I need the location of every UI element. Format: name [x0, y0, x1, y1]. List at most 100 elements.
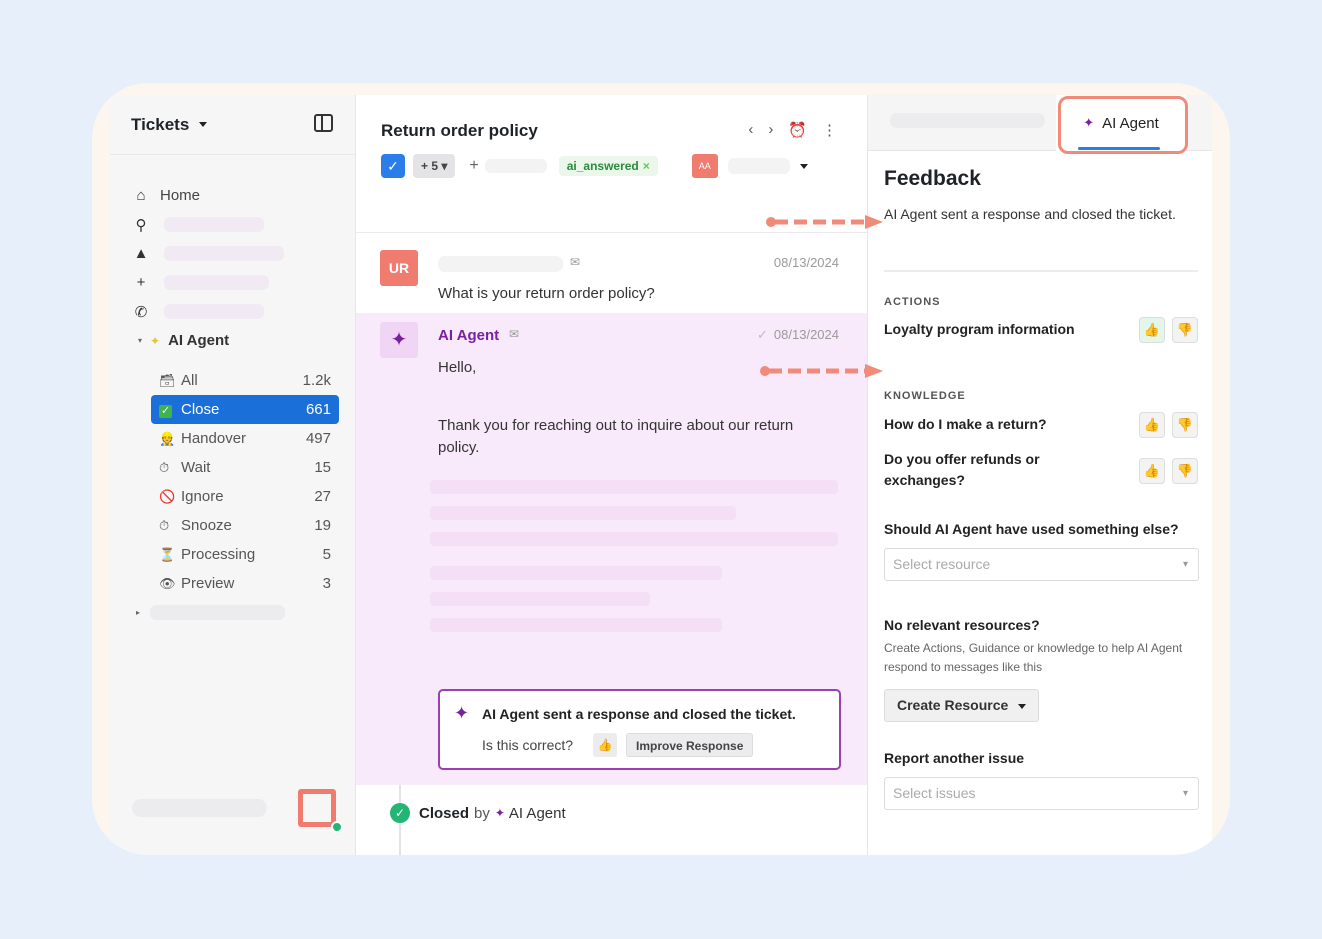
annotation-arrow — [760, 364, 883, 378]
thumbs-up-icon[interactable]: 👍 — [593, 733, 617, 757]
stopwatch-icon: ⏱ — [159, 517, 170, 533]
count-badge: 1.2k — [302, 372, 331, 389]
sidebar-item-processing[interactable]: ⏳ Processing 5 — [151, 540, 339, 569]
avatar[interactable] — [298, 789, 336, 827]
placeholder-skeleton — [150, 605, 285, 620]
agent-name: AI Agent — [508, 804, 566, 822]
bell-icon: ▲ — [133, 245, 149, 262]
placeholder-skeleton — [430, 566, 722, 580]
sidebar-item-phone[interactable]: ✆ — [132, 297, 284, 326]
sidebar-group-collapsed[interactable]: ▸ — [136, 598, 339, 627]
check-icon: ✓ — [757, 327, 768, 342]
more-vertical-icon[interactable]: ⋮ — [822, 121, 837, 139]
message-date: ✓ 08/13/2024 — [757, 327, 839, 342]
count-badge: 3 — [322, 575, 331, 592]
placeholder-skeleton — [430, 618, 722, 632]
thumbs-down-icon[interactable]: 👎 — [1172, 317, 1198, 343]
placeholder-skeleton — [890, 113, 1045, 128]
divider — [884, 270, 1198, 272]
avatar: UR — [380, 250, 418, 286]
message-author: AI Agent — [438, 327, 500, 344]
app-window: Tickets ⌂ Home ⚲ ▲ + ✆ ▾ ✦ AI Agent 🗃 Al… — [110, 95, 1212, 855]
online-status-icon — [331, 821, 343, 833]
sidebar-item-wait[interactable]: ⏱ Wait 15 — [151, 453, 339, 482]
sidebar-item-label: Snooze — [181, 517, 232, 534]
placeholder-skeleton — [727, 158, 790, 174]
sidebar-item-all[interactable]: 🗃 All 1.2k — [151, 366, 339, 395]
feedback-description: AI Agent sent a response and closed the … — [884, 206, 1176, 222]
sidebar-group-ai-agent[interactable]: ▾ ✦ AI Agent — [138, 326, 284, 355]
sidebar-item-home[interactable]: ⌂ Home — [132, 181, 284, 210]
chevron-left-icon[interactable]: ‹ — [748, 121, 753, 139]
select-checkbox[interactable]: ✓ — [381, 154, 405, 178]
chevron-down-icon[interactable] — [199, 122, 208, 127]
improve-response-button[interactable]: Improve Response — [626, 733, 754, 757]
close-icon[interactable]: × — [643, 159, 650, 173]
sparkle-icon: ✦ — [494, 806, 505, 820]
hourglass-icon: ⏳ — [159, 546, 176, 562]
assignee-avatar[interactable]: AA — [691, 154, 718, 178]
tag-ai-answered[interactable]: ai_answered × — [558, 156, 658, 176]
select-resource-dropdown[interactable]: Select resource — [884, 548, 1199, 581]
sidebar-item-ignore[interactable]: 🚫 Ignore 27 — [151, 482, 339, 511]
chevron-right-icon[interactable]: › — [768, 121, 773, 139]
sidebar-item-close[interactable]: ✓ Close 661 — [151, 395, 339, 424]
question-report-issue: Report another issue — [884, 750, 1025, 766]
create-resource-button[interactable]: Create Resource — [884, 689, 1040, 722]
alarm-clock-icon[interactable]: ⏰ — [788, 121, 807, 139]
group-label: AI Agent — [168, 332, 230, 349]
sidebar-item-snooze[interactable]: ⏱ Snooze 19 — [151, 511, 339, 540]
sidebar-item-label: All — [181, 372, 198, 389]
sidebar-nav: ⌂ Home ⚲ ▲ + ✆ ▾ ✦ AI Agent — [132, 181, 284, 355]
sparkle-icon: ✦ — [150, 333, 161, 348]
ticket-toolbar: ‹ › ⏰ ⋮ — [748, 121, 837, 139]
check-circle-icon: ✓ — [390, 803, 410, 823]
sidebar-item-notifications[interactable]: ▲ — [132, 239, 284, 268]
sidebar-item-search[interactable]: ⚲ — [132, 210, 284, 239]
chevron-right-icon: ▸ — [136, 608, 141, 617]
count-badge: 661 — [305, 401, 331, 418]
message-body: Thank you for reaching out to inquire ab… — [438, 417, 794, 456]
question-used-else: Should AI Agent have used something else… — [884, 521, 1179, 537]
sidebar-title[interactable]: Tickets — [131, 115, 189, 135]
feedback-panel: ✦ AI Agent Feedback AI Agent sent a resp… — [868, 95, 1212, 855]
action-item: Loyalty program information — [884, 321, 1075, 337]
question-no-resources: No relevant resources? — [884, 617, 1040, 633]
sidebar-item-handover[interactable]: 👷 Handover 497 — [151, 424, 339, 453]
count-badge: 19 — [314, 517, 331, 534]
sidebar-item-preview[interactable]: 👁 Preview 3 — [151, 569, 339, 598]
ticket-header: Return order policy ‹ › ⏰ ⋮ ✓ + 5 ▾ + ai… — [356, 95, 867, 233]
count-badge: 5 — [322, 546, 331, 563]
sidebar-item-label: Processing — [181, 546, 256, 563]
more-tags-button[interactable]: + 5 ▾ — [413, 154, 456, 178]
select-issues-dropdown[interactable]: Select issues — [884, 777, 1199, 810]
placeholder-skeleton — [430, 592, 650, 606]
sidebar-item-label: Home — [160, 187, 201, 204]
thumbs-down-icon[interactable]: 👎 — [1172, 458, 1198, 484]
annotation-arrow — [766, 215, 883, 229]
chevron-down-icon — [1018, 703, 1027, 709]
notice-title: AI Agent sent a response and closed the … — [482, 706, 796, 722]
closed-label: Closed — [419, 804, 470, 822]
sidebar-item-label: Ignore — [181, 488, 224, 505]
placeholder-skeleton — [164, 275, 269, 290]
ai-closed-notice: ✦ AI Agent sent a response and closed th… — [438, 689, 841, 770]
message-date: 08/13/2024 — [773, 255, 839, 270]
thumbs-down-icon[interactable]: 👎 — [1172, 412, 1198, 438]
knowledge-item: Do you offer refunds or exchanges? — [884, 451, 1040, 488]
phone-icon: ✆ — [134, 303, 148, 321]
tab-highlight-box — [1058, 96, 1188, 154]
thumbs-up-icon[interactable]: 👍 — [1139, 412, 1165, 438]
mail-icon: ✉ — [570, 255, 581, 269]
chevron-down-icon[interactable] — [799, 163, 808, 169]
thumbs-up-icon[interactable]: 👍 — [1139, 458, 1165, 484]
notice-question: Is this correct? — [482, 737, 574, 753]
sidebar-item-add[interactable]: + — [132, 268, 284, 297]
placeholder-skeleton — [164, 304, 264, 319]
panel-toggle-icon[interactable] — [314, 114, 333, 132]
eye-icon: 👁 — [159, 575, 176, 591]
tag-row: ✓ + 5 ▾ + ai_answered × AA — [381, 154, 808, 178]
thumbs-up-icon[interactable]: 👍 — [1139, 317, 1165, 343]
add-tag-icon[interactable]: + — [469, 157, 478, 175]
section-actions-label: ACTIONS — [884, 296, 941, 308]
